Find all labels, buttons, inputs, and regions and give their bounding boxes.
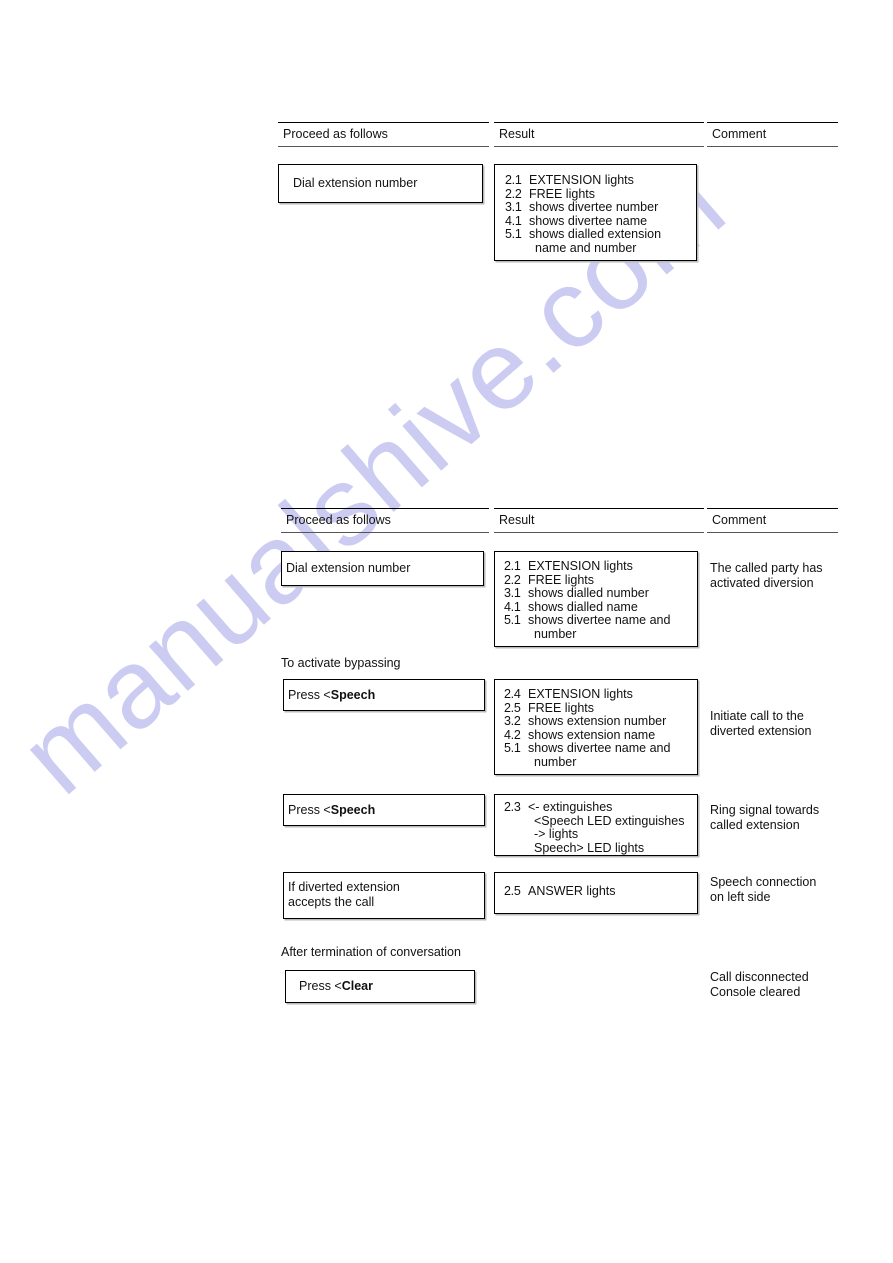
result-item: 2.2 FREE lights <box>505 186 595 201</box>
table-2-row-2-result-box: 2.4 EXTENSION lights 2.5 FREE lights 3.2 sh… <box>494 679 698 775</box>
table-1-row-1-action-text: Dial extension number <box>293 176 418 190</box>
result-item: 5.1 shows divertee name and <box>504 613 671 628</box>
result-item: 3.2 shows extension number <box>504 714 667 729</box>
result-item: 2.2 FREE lights <box>504 572 594 587</box>
caption-activate-bypassing: To activate bypassing <box>281 656 401 670</box>
table-2-row-5-comment: Call disconnected Console cleared <box>710 970 809 999</box>
table-2-row-1-result-list: 2.1 EXTENSION lights 2.2 FREE lights 3.1 sh… <box>504 559 671 642</box>
result-item: 2.1 EXTENSION lights <box>505 173 634 187</box>
result-item: 3.1 shows divertee number <box>505 200 659 215</box>
table-2-header-proceed: Proceed as follows <box>281 508 489 533</box>
table-2-row-3-result-list: 2.3 <- extinguishes <Speech LED extinguis… <box>504 800 685 855</box>
table-1-row-1-result-box: 2.1 EXTENSION lights 2.2 FREE lights 3.1 sh… <box>494 164 697 261</box>
result-item-continuation: name and number <box>535 240 637 255</box>
table-1-row-1-result-list: 2.1 EXTENSION lights 2.2 FREE lights 3.1 sh… <box>505 173 662 256</box>
result-item: 2.4 EXTENSION lights <box>504 687 633 701</box>
result-item: 2.5 FREE lights <box>504 700 594 715</box>
document-page: manualshive.com Proceed as follows Resul… <box>0 0 893 1263</box>
table-2-row-1-result-box: 2.1 EXTENSION lights 2.2 FREE lights 3.1 sh… <box>494 551 698 647</box>
press-prefix: Press < <box>288 803 331 817</box>
table-2-row-5-action-text: Press <Clear <box>299 979 373 993</box>
table-1-row-1-action-box: Dial extension number <box>278 164 483 203</box>
table-2-row-2-result-list: 2.4 EXTENSION lights 2.5 FREE lights 3.2 sh… <box>504 687 671 770</box>
table-2-row-1-comment: The called party has activated diversion <box>710 561 823 590</box>
table-2-row-4-action-text: If diverted extension accepts the call <box>288 880 400 909</box>
press-key: Clear <box>341 979 374 993</box>
press-prefix: Press < <box>299 979 342 993</box>
result-item: 2.5 ANSWER lights <box>504 884 616 898</box>
result-item: 5.1 shows dialled extension <box>505 227 662 242</box>
table-2-row-3-result-box: 2.3 <- extinguishes <Speech LED extinguis… <box>494 794 698 856</box>
press-prefix: Press < <box>288 688 331 702</box>
table-2-row-2-action-text: Press <Speech <box>288 688 375 702</box>
table-1-header-comment: Comment <box>707 122 838 147</box>
result-item: 4.1 shows dialled name <box>504 599 638 614</box>
table-2-row-3-action-text: Press <Speech <box>288 803 375 817</box>
result-item: 4.1 shows divertee name <box>505 213 648 228</box>
result-item-continuation: number <box>534 626 577 641</box>
table-2-row-3-action-box: Press <Speech <box>283 794 485 826</box>
table-2-row-5-action-box: Press <Clear <box>285 970 475 1003</box>
result-item: 3.1 shows dialled number <box>504 586 649 601</box>
result-item: 5.1 shows divertee name and <box>504 741 671 756</box>
table-1-header-proceed: Proceed as follows <box>278 122 489 147</box>
result-item: 2.1 EXTENSION lights <box>504 559 633 573</box>
result-item: 2.3 <- extinguishes <box>504 800 613 814</box>
result-item: 4.2 shows extension name <box>504 727 656 742</box>
table-2-row-3-comment: Ring signal towards called extension <box>710 803 820 832</box>
press-key: Speech <box>330 688 376 702</box>
caption-after-termination: After termination of conversation <box>281 945 461 959</box>
table-2-row-4-comment: Speech connection on left side <box>710 875 817 904</box>
result-item-continuation: -> lights <box>534 827 579 842</box>
press-key: Speech <box>330 803 376 817</box>
table-2-row-4-action-box: If diverted extension accepts the call <box>283 872 485 919</box>
result-item-continuation: <Speech LED extinguishes <box>534 813 685 828</box>
table-2-row-4-result-list: 2.5 ANSWER lights <box>504 884 616 899</box>
table-2-header-result: Result <box>494 508 704 533</box>
table-2-row-2-comment: Initiate call to the diverted extension <box>710 709 812 738</box>
page-content: Proceed as follows Result Comment Dial e… <box>0 0 893 1263</box>
table-1-header-result: Result <box>494 122 704 147</box>
table-2-row-1-action-text: Dial extension number <box>286 561 411 575</box>
table-2-header-comment: Comment <box>707 508 838 533</box>
table-2-row-4-result-box: 2.5 ANSWER lights <box>494 872 698 914</box>
result-item-continuation: Speech> LED lights <box>534 840 645 855</box>
result-item-continuation: number <box>534 754 577 769</box>
table-2-row-2-action-box: Press <Speech <box>283 679 485 711</box>
table-2-row-1-action-box: Dial extension number <box>281 551 484 586</box>
